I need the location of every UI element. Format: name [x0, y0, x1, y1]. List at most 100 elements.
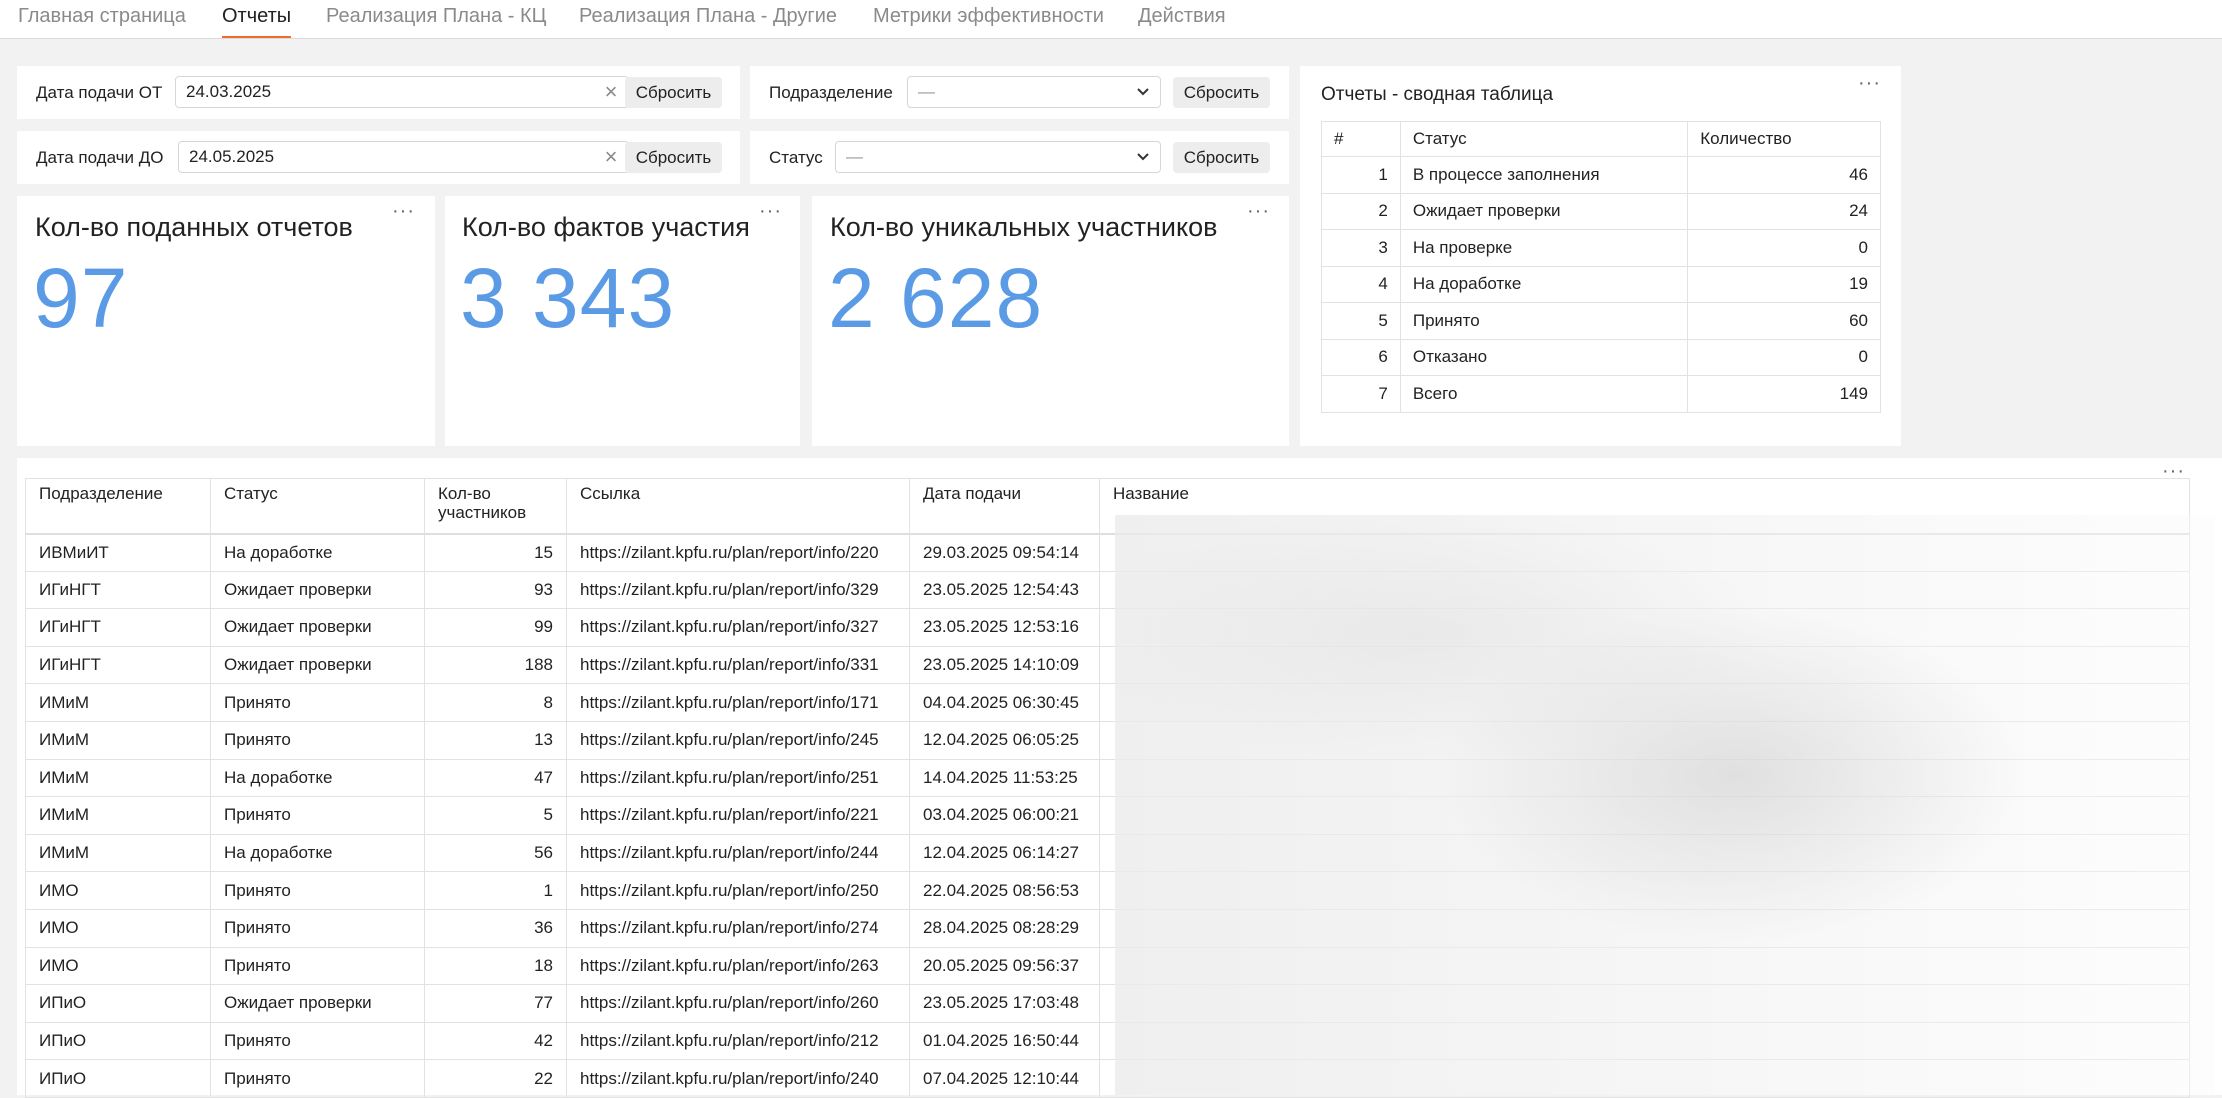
link-cell[interactable]: https://zilant.kpfu.ru/plan/report/info/… [566, 570, 910, 610]
division-cell: ИПиО [25, 1059, 211, 1098]
status-cell: Принято [210, 720, 425, 760]
tab-plan-kc[interactable]: Реализация Плана - КЦ [326, 3, 546, 37]
link-cell[interactable]: https://zilant.kpfu.ru/plan/report/info/… [566, 946, 910, 986]
link-cell[interactable]: https://zilant.kpfu.ru/plan/report/info/… [566, 1021, 910, 1061]
division-cell: ИВМиИТ [25, 533, 211, 572]
count-cell: 46 [1687, 156, 1881, 194]
status-cell: На доработке [1399, 265, 1689, 303]
table-row[interactable]: 6 Отказано 0 [1321, 338, 1881, 376]
participants-cell: 188 [424, 645, 567, 685]
reset-date-from-button[interactable]: Сбросить [625, 77, 722, 108]
date-cell: 12.04.2025 06:14:27 [909, 833, 1100, 873]
status-value: — [846, 147, 863, 166]
division-cell: ИМиМ [25, 683, 211, 722]
division-cell: ИГиНГТ [25, 645, 211, 685]
division-cell: ИМО [25, 946, 211, 986]
table-row[interactable]: 2 Ожидает проверки 24 [1321, 192, 1881, 230]
summary-title: Отчеты - сводная таблица [1321, 84, 1554, 105]
date-to-value: 24.05.2025 [189, 147, 275, 166]
more-menu-icon[interactable]: ··· [392, 201, 415, 221]
participants-cell: 15 [424, 533, 567, 572]
column-header[interactable]: Статус [1399, 121, 1689, 157]
column-header[interactable]: Дата подачи [909, 478, 1100, 535]
status-cell: На проверке [1399, 229, 1689, 267]
date-from-value: 24.03.2025 [186, 82, 272, 101]
link-cell[interactable]: https://zilant.kpfu.ru/plan/report/info/… [566, 645, 910, 685]
clear-icon[interactable]: × [600, 77, 622, 107]
reset-date-to-button[interactable]: Сбросить [625, 142, 722, 173]
tab-actions[interactable]: Действия [1138, 3, 1226, 37]
column-header[interactable]: Кол-во участников [424, 478, 567, 535]
date-cell: 04.04.2025 06:30:45 [909, 683, 1100, 722]
more-menu-icon[interactable]: ··· [2162, 461, 2185, 481]
link-cell[interactable]: https://zilant.kpfu.ru/plan/report/info/… [566, 1059, 910, 1098]
link-cell[interactable]: https://zilant.kpfu.ru/plan/report/info/… [566, 796, 910, 835]
column-header[interactable]: Количество [1687, 121, 1881, 157]
table-header-row: # Статус Количество [1321, 121, 1881, 157]
participants-cell: 56 [424, 833, 567, 873]
kpi-title: Кол-во уникальных участников [830, 212, 1218, 242]
kpi-title: Кол-во поданных отчетов [35, 212, 353, 242]
more-menu-icon[interactable]: ··· [1858, 73, 1881, 93]
link-cell[interactable]: https://zilant.kpfu.ru/plan/report/info/… [566, 683, 910, 722]
table-row[interactable]: 5 Принято 60 [1321, 302, 1881, 340]
count-cell: 24 [1687, 192, 1881, 230]
column-header[interactable]: Подразделение [25, 478, 211, 535]
link-cell[interactable]: https://zilant.kpfu.ru/plan/report/info/… [566, 984, 910, 1023]
date-to-input[interactable]: 24.05.2025 × [178, 141, 629, 173]
participants-cell: 42 [424, 1021, 567, 1061]
table-row[interactable]: 4 На доработке 19 [1321, 265, 1881, 303]
link-cell[interactable]: https://zilant.kpfu.ru/plan/report/info/… [566, 533, 910, 572]
date-cell: 22.04.2025 08:56:53 [909, 871, 1100, 910]
count-cell: 60 [1687, 302, 1881, 340]
link-cell[interactable]: https://zilant.kpfu.ru/plan/report/info/… [566, 833, 910, 873]
participants-cell: 47 [424, 758, 567, 798]
participants-cell: 77 [424, 984, 567, 1023]
clear-icon[interactable]: × [600, 142, 622, 172]
tab-plan-other[interactable]: Реализация Плана - Другие [579, 3, 837, 37]
link-cell[interactable]: https://zilant.kpfu.ru/plan/report/info/… [566, 758, 910, 798]
division-select[interactable]: — [907, 76, 1161, 108]
more-menu-icon[interactable]: ··· [1247, 201, 1270, 221]
participants-cell: 36 [424, 908, 567, 948]
tab-efficiency-metrics[interactable]: Метрики эффективности [873, 3, 1104, 37]
status-cell: Всего [1399, 375, 1689, 413]
participants-cell: 93 [424, 570, 567, 610]
status-label: Статус [769, 148, 823, 167]
date-from-label: Дата подачи ОТ [36, 83, 163, 102]
filter-status: Статус — Сбросить [750, 131, 1289, 184]
reset-status-button[interactable]: Сбросить [1173, 142, 1270, 173]
row-number: 4 [1321, 265, 1401, 303]
division-cell: ИГиНГТ [25, 608, 211, 647]
link-cell[interactable]: https://zilant.kpfu.ru/plan/report/info/… [566, 720, 910, 760]
link-cell[interactable]: https://zilant.kpfu.ru/plan/report/info/… [566, 608, 910, 647]
status-cell: Отказано [1399, 338, 1689, 376]
participants-cell: 22 [424, 1059, 567, 1098]
chevron-down-icon [1137, 88, 1149, 96]
link-cell[interactable]: https://zilant.kpfu.ru/plan/report/info/… [566, 908, 910, 948]
row-number: 7 [1321, 375, 1401, 413]
more-menu-icon[interactable]: ··· [759, 201, 782, 221]
date-cell: 28.04.2025 08:28:29 [909, 908, 1100, 948]
table-row[interactable]: 3 На проверке 0 [1321, 229, 1881, 267]
status-cell: Принято [210, 1021, 425, 1061]
filter-date-from: Дата подачи ОТ 24.03.2025 × Сбросить [17, 66, 740, 119]
tab-bar: Главная страница Отчеты Реализация Плана… [0, 0, 2222, 39]
kpi-card-participation: ··· Кол-во фактов участия 3 343 [445, 196, 800, 446]
link-cell[interactable]: https://zilant.kpfu.ru/plan/report/info/… [566, 871, 910, 910]
table-row[interactable]: 7 Всего 149 [1321, 375, 1881, 413]
date-cell: 01.04.2025 16:50:44 [909, 1021, 1100, 1061]
status-select[interactable]: — [835, 141, 1161, 173]
table-row[interactable]: 1В процессе заполнения 46 [1321, 156, 1881, 194]
status-cell: Принято [210, 871, 425, 910]
column-header[interactable]: Ссылка [566, 478, 910, 535]
column-header[interactable]: # [1321, 121, 1401, 157]
column-header[interactable]: Статус [210, 478, 425, 535]
tab-home[interactable]: Главная страница [18, 3, 186, 37]
division-label: Подразделение [769, 83, 893, 102]
date-from-input[interactable]: 24.03.2025 × [175, 76, 629, 108]
reset-division-button[interactable]: Сбросить [1173, 77, 1270, 108]
tab-reports[interactable]: Отчеты [222, 3, 292, 38]
date-cell: 03.04.2025 06:00:21 [909, 796, 1100, 835]
kpi-card-unique: ··· Кол-во уникальных участников 2 628 [812, 196, 1289, 446]
